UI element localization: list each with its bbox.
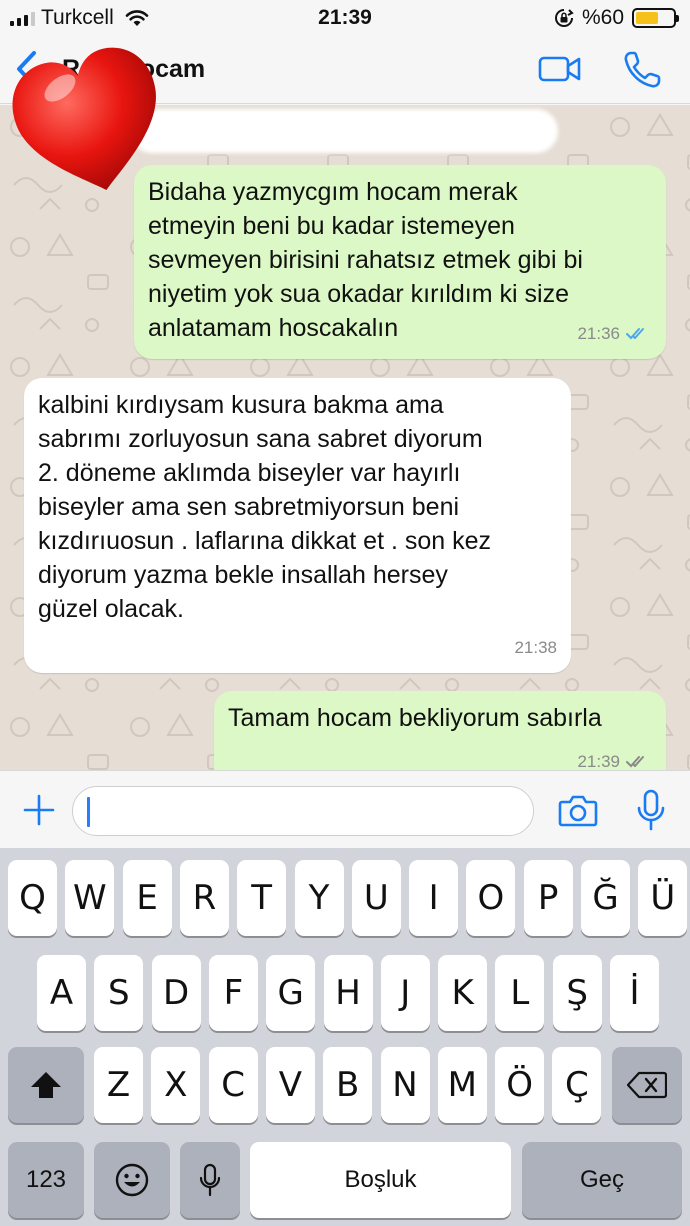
- redacted-region: [130, 109, 558, 153]
- message-meta: 21:38: [514, 631, 557, 665]
- key-j[interactable]: J: [380, 955, 430, 1031]
- key-h[interactable]: H: [323, 955, 373, 1031]
- message-text: Tamam hocam bekliyorum sabırla: [228, 704, 602, 732]
- plus-icon[interactable]: [22, 793, 56, 827]
- key-d[interactable]: D: [151, 955, 201, 1031]
- message-bubble-incoming[interactable]: kalbini kırdıysam kusura bakma ama sabrı…: [24, 378, 571, 673]
- message-text: kalbini kırdıysam kusura bakma ama sabrı…: [38, 391, 492, 623]
- message-input[interactable]: [72, 786, 534, 836]
- battery-fill: [636, 12, 658, 24]
- key-b[interactable]: B: [323, 1047, 373, 1123]
- key-v[interactable]: V: [265, 1047, 315, 1123]
- message-meta: 21:36: [577, 317, 652, 351]
- rotation-lock-icon: [555, 9, 574, 27]
- key-k[interactable]: K: [438, 955, 488, 1031]
- key-n[interactable]: N: [380, 1047, 430, 1123]
- key-q[interactable]: Q: [8, 860, 57, 936]
- key-ü[interactable]: Ü: [638, 860, 688, 936]
- message-text: Bidaha yazmycgım hocam merak etmeyin ben…: [148, 178, 583, 342]
- sent-ticks-icon: [626, 756, 644, 768]
- numbers-key[interactable]: 123: [8, 1142, 84, 1218]
- message-time: 21:36: [577, 324, 620, 343]
- heart-sticker-icon: [12, 47, 156, 190]
- key-y[interactable]: Y: [294, 860, 344, 936]
- key-e[interactable]: E: [122, 860, 172, 936]
- key-ö[interactable]: Ö: [495, 1047, 545, 1123]
- key-s[interactable]: S: [94, 955, 144, 1031]
- key-ğ[interactable]: Ğ: [581, 860, 630, 936]
- read-ticks-icon: [626, 328, 644, 340]
- key-ş[interactable]: Ş: [552, 955, 602, 1031]
- space-key[interactable]: Boşluk: [250, 1142, 511, 1218]
- emoji-icon: [115, 1163, 149, 1197]
- key-p[interactable]: P: [523, 860, 573, 936]
- emoji-key[interactable]: [94, 1142, 170, 1218]
- key-a[interactable]: A: [37, 955, 86, 1031]
- key-m[interactable]: M: [437, 1047, 487, 1123]
- video-call-icon[interactable]: [538, 54, 582, 84]
- key-i̇[interactable]: İ: [610, 955, 659, 1031]
- battery-icon: [632, 8, 679, 28]
- key-x[interactable]: X: [151, 1047, 201, 1123]
- key-r[interactable]: R: [179, 860, 229, 936]
- shift-icon: [31, 1072, 61, 1098]
- message-time: 21:38: [514, 638, 557, 657]
- key-w[interactable]: W: [65, 860, 115, 936]
- keyboard: QWERTYUIOPĞÜ ASDFGHJKLŞİ ZXCVBNMÖÇ 123 B…: [0, 848, 690, 1226]
- battery-percent: %60: [581, 6, 624, 29]
- text-caret: [87, 797, 90, 827]
- key-i[interactable]: I: [409, 860, 459, 936]
- key-c[interactable]: C: [208, 1047, 258, 1123]
- key-z[interactable]: Z: [94, 1047, 143, 1123]
- message-bubble-outgoing[interactable]: Bidaha yazmycgım hocam merak etmeyin ben…: [134, 165, 666, 359]
- key-g[interactable]: G: [266, 955, 316, 1031]
- microphone-icon[interactable]: [636, 789, 666, 831]
- return-key[interactable]: Geç: [522, 1142, 682, 1218]
- camera-icon[interactable]: [558, 793, 598, 827]
- message-composer: [0, 770, 690, 848]
- status-right: %60: [554, 6, 679, 30]
- message-meta: 21:39: [577, 745, 652, 770]
- key-t[interactable]: T: [237, 860, 287, 936]
- dictation-icon: [199, 1163, 221, 1197]
- key-l[interactable]: L: [495, 955, 545, 1031]
- message-time: 21:39: [577, 752, 620, 770]
- status-bar: Turkcell 21:39 %60: [0, 0, 690, 36]
- key-o[interactable]: O: [466, 860, 516, 936]
- key-ç[interactable]: Ç: [552, 1047, 602, 1123]
- key-u[interactable]: U: [351, 860, 401, 936]
- phone-call-icon[interactable]: [622, 50, 662, 90]
- message-bubble-outgoing[interactable]: Tamam hocam bekliyorum sabırla 21:39: [214, 691, 666, 770]
- key-f[interactable]: F: [208, 955, 258, 1031]
- shift-key[interactable]: [8, 1047, 84, 1123]
- dictation-key[interactable]: [180, 1142, 240, 1218]
- delete-icon: [627, 1071, 667, 1099]
- chat-area[interactable]: Bidaha yazmycgım hocam merak etmeyin ben…: [0, 105, 690, 770]
- delete-key[interactable]: [612, 1047, 682, 1123]
